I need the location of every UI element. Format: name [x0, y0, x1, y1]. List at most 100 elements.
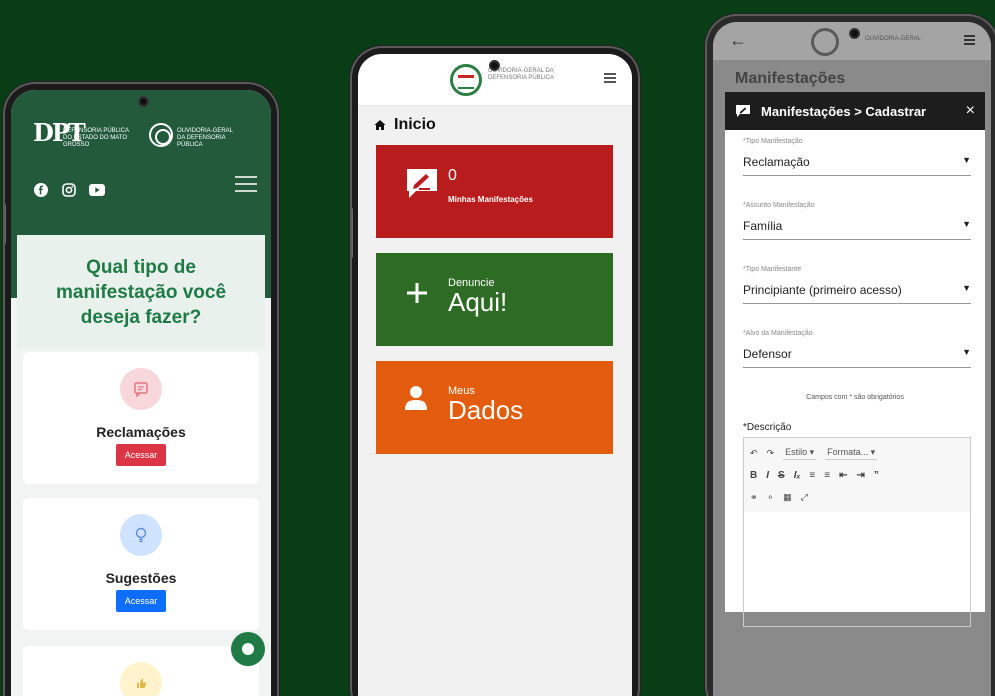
table-icon[interactable]: ▦ — [783, 492, 792, 503]
caret-down-icon: ▼ — [962, 283, 971, 293]
caret-down-icon: ▼ — [962, 219, 971, 229]
caret-down-icon: ▼ — [962, 155, 971, 165]
ouvidoria-seal-icon[interactable] — [450, 64, 482, 96]
format-dropdown-label: Formata... — [827, 447, 869, 457]
numbered-list-icon[interactable]: ≡ — [809, 470, 815, 481]
camera-notch — [849, 28, 860, 39]
subject-select[interactable]: *Assunto Manifestação Família ▼ — [743, 202, 971, 240]
ouvidoria-seal-icon — [149, 123, 173, 147]
phone-side-button — [5, 204, 6, 244]
back-arrow-icon[interactable]: ← — [729, 30, 747, 51]
hamburger-menu-icon[interactable] — [964, 35, 975, 47]
app-header-dimmed: ← OUVIDORIA-GERAL — [713, 22, 991, 60]
thumbs-up-icon — [120, 662, 162, 696]
bold-icon[interactable]: B — [750, 470, 757, 481]
field-value: Principiante (primeiro acesso) — [743, 283, 902, 297]
app-header: OUVIDORIA-GERAL DA DEFENSORIA PÚBLICA — [358, 54, 632, 106]
field-value: Família — [743, 219, 783, 233]
page-question: Qual tipo de manifestação você deseja fa… — [55, 256, 227, 328]
phone-side-button — [352, 208, 353, 258]
youtube-icon[interactable] — [89, 182, 105, 198]
field-label: *Alvo da Manifestação — [743, 330, 813, 337]
phone2-screen: OUVIDORIA-GERAL DA DEFENSORIA PÚBLICA In… — [358, 54, 632, 696]
suggestions-card: Sugestões Acessar — [23, 498, 259, 630]
redo-icon[interactable]: ↷ — [767, 448, 775, 459]
phone1-screen: DPT DEFENSORIA PÚBLICA DO ESTADO DO MATO… — [11, 90, 271, 696]
field-label: *Tipo Manifestação — [743, 138, 803, 145]
access-complaints-button[interactable]: Acessar — [115, 444, 167, 466]
breadcrumb[interactable]: Inicio — [374, 116, 436, 134]
report-here-tile[interactable]: Denuncie Aqui! — [376, 253, 613, 346]
format-dropdown[interactable]: Formata... ▾ — [825, 446, 878, 460]
tile-big-label: Aqui! — [448, 287, 508, 317]
access-suggestions-button[interactable]: Acessar — [115, 590, 167, 612]
facebook-icon[interactable] — [33, 182, 49, 198]
edit-message-icon — [736, 105, 750, 117]
tile-text: Denuncie Aqui! — [448, 277, 507, 315]
field-value: Reclamação — [743, 155, 810, 169]
manifestation-type-select[interactable]: *Tipo Manifestação Reclamação ▼ — [743, 138, 971, 176]
phone-mockup-manifestation-type: DPT DEFENSORIA PÚBLICA DO ESTADO DO MATO… — [5, 84, 277, 696]
background-page-title: Manifestações — [735, 70, 846, 87]
indent-icon[interactable]: ⇥ — [857, 470, 865, 481]
blockquote-icon[interactable]: ” — [874, 470, 879, 481]
camera-notch — [138, 96, 149, 107]
outdent-icon[interactable]: ⇤ — [839, 470, 847, 481]
manifestations-label: Minhas Manifestações — [448, 195, 533, 204]
ouvidoria-seal-text: OUVIDORIA-GERAL DA DEFENSORIA PÚBLICA — [488, 68, 555, 81]
field-value: Defensor — [743, 347, 792, 361]
card-title: Sugestões — [105, 570, 177, 586]
description-label: *Descrição — [743, 422, 792, 433]
modal-title: Manifestações > Cadastrar — [761, 103, 927, 119]
field-label: *Tipo Manifestante — [743, 266, 802, 273]
clear-format-icon[interactable]: Iₓ — [794, 470, 801, 481]
undo-icon[interactable]: ↶ — [750, 448, 758, 459]
manifestant-type-select[interactable]: *Tipo Manifestante Principiante (primeir… — [743, 266, 971, 304]
phone-mockup-dashboard: OUVIDORIA-GERAL DA DEFENSORIA PÚBLICA In… — [352, 48, 638, 696]
camera-notch — [489, 60, 500, 71]
card-title: Reclamações — [96, 424, 186, 440]
lightbulb-icon — [120, 514, 162, 556]
close-icon[interactable]: × — [966, 102, 975, 120]
phone3-screen: ← OUVIDORIA-GERAL Manifestações Manifest… — [713, 22, 991, 696]
required-fields-note: Campos com * são obrigatórios — [806, 394, 904, 401]
user-icon — [404, 385, 428, 418]
ouvidoria-seal-text: OUVIDORIA-GERAL DA DEFENSORIA PÚBLICA — [177, 128, 233, 148]
manifestations-count: 0 — [448, 167, 457, 184]
edit-message-icon — [404, 165, 440, 208]
caret-down-icon: ▼ — [962, 347, 971, 357]
unlink-icon[interactable]: ⚬ — [767, 492, 775, 503]
modal-header: Manifestações > Cadastrar × — [725, 92, 985, 130]
bullet-list-icon[interactable]: ≡ — [824, 470, 830, 481]
question-banner: Qual tipo de manifestação você deseja fa… — [17, 235, 265, 349]
link-icon[interactable]: ⚭ — [750, 492, 758, 503]
complaints-card: Reclamações Acessar — [23, 352, 259, 484]
italic-icon[interactable]: I — [766, 470, 769, 481]
hamburger-menu-icon[interactable] — [604, 73, 616, 85]
seal-text: OUVIDORIA-GERAL — [865, 36, 922, 42]
hamburger-menu-icon[interactable] — [235, 176, 257, 197]
tile-text: 0 Minhas Manifestações — [448, 167, 533, 204]
my-data-tile[interactable]: Meus Dados — [376, 361, 613, 454]
home-icon — [374, 120, 386, 130]
complaint-icon — [120, 368, 162, 410]
plus-icon — [404, 273, 430, 315]
target-select[interactable]: *Alvo da Manifestação Defensor ▼ — [743, 330, 971, 368]
fullscreen-icon[interactable]: ⤢ — [801, 492, 808, 503]
next-card-partial — [23, 646, 259, 696]
register-modal: Manifestações > Cadastrar × *Tipo Manife… — [725, 92, 985, 627]
ouvidoria-seal-icon — [811, 28, 839, 56]
style-dropdown-label: Estilo — [785, 447, 808, 457]
description-rich-text-editor[interactable]: ↶ ↷ Estilo ▾ Formata... ▾ B I S Iₓ ≡ ≡ ⇤… — [743, 437, 971, 627]
breadcrumb-label: Inicio — [394, 116, 436, 133]
instagram-icon[interactable] — [61, 182, 77, 198]
strikethrough-icon[interactable]: S — [778, 470, 785, 481]
my-manifestations-tile[interactable]: 0 Minhas Manifestações — [376, 145, 613, 238]
phone-mockup-register-form: ← OUVIDORIA-GERAL Manifestações Manifest… — [707, 16, 995, 696]
tile-text: Meus Dados — [448, 385, 523, 423]
tile-big-label: Dados — [448, 395, 524, 425]
chat-fab-button[interactable] — [231, 632, 265, 666]
field-label: *Assunto Manifestação — [743, 202, 815, 209]
style-dropdown[interactable]: Estilo ▾ — [783, 446, 817, 460]
editor-toolbar: ↶ ↷ Estilo ▾ Formata... ▾ B I S Iₓ ≡ ≡ ⇤… — [744, 438, 970, 512]
